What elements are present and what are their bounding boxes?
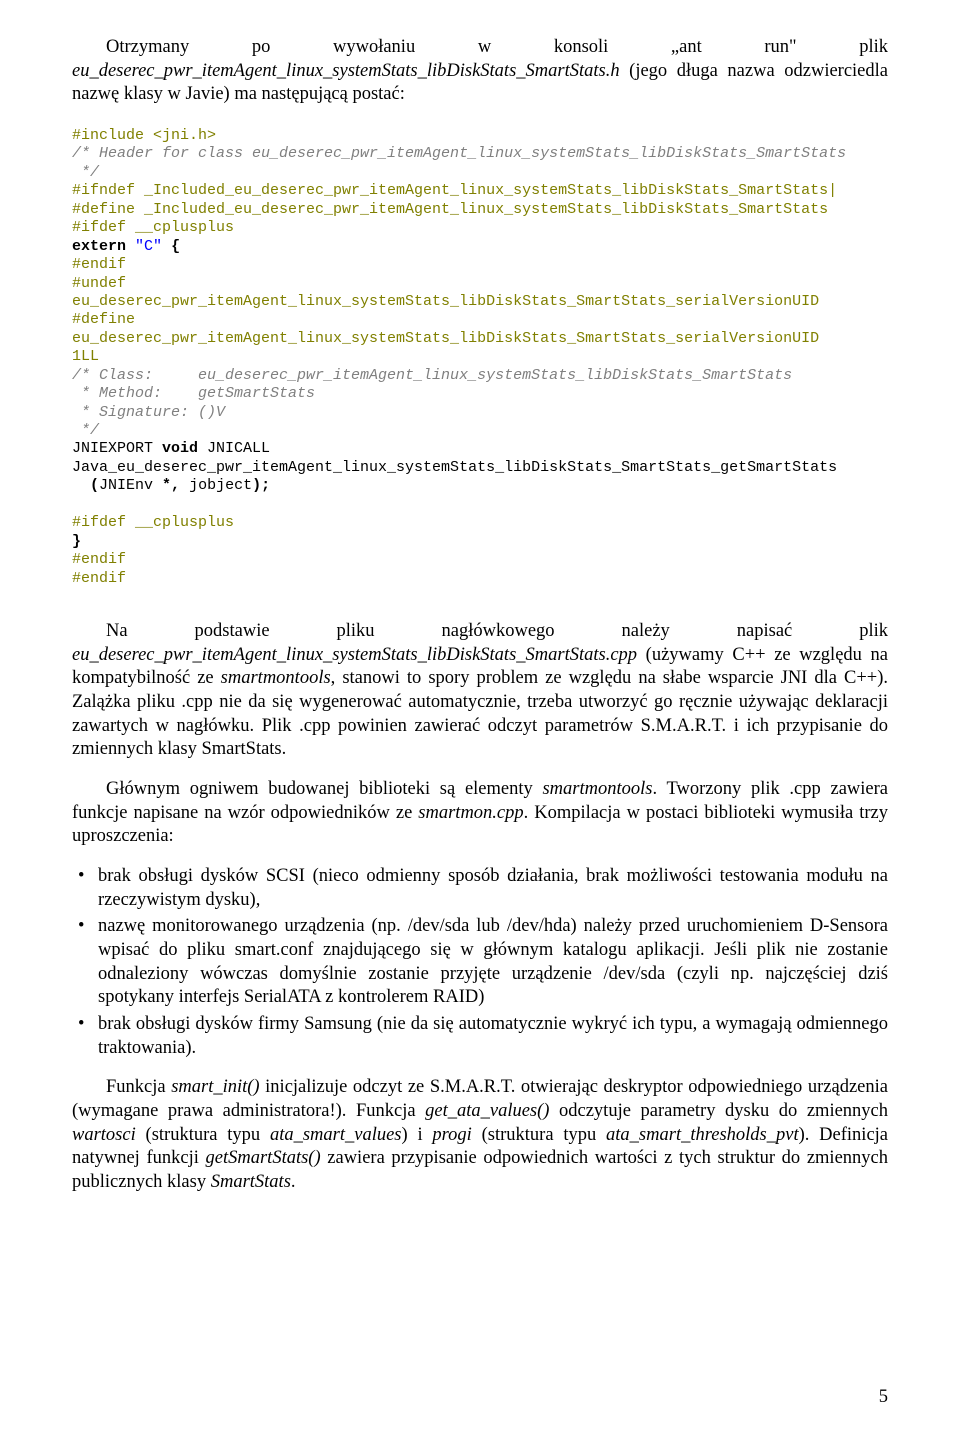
after-code-text: Na podstawie pliku nagłówkowego należy n… — [72, 621, 888, 759]
list-item: brak obsługi dysków firmy Samsung (nie d… — [98, 1013, 888, 1060]
list-item: nazwę monitorowanego urządzenia (np. /de… — [98, 915, 888, 1010]
intro-text: Otrzymany po wywołaniu w konsoli „ant ru… — [72, 37, 888, 104]
document-page: Otrzymany po wywołaniu w konsoli „ant ru… — [0, 0, 960, 1432]
code-block: #include <jni.h> /* Header for class eu_… — [72, 127, 888, 588]
smart-init-paragraph: Funkcja smart_init() inicjalizuje odczyt… — [72, 1076, 888, 1194]
page-number: 5 — [879, 1387, 888, 1408]
list-item: brak obsługi dysków SCSI (nieco odmienny… — [98, 865, 888, 912]
after-code-paragraph: Na podstawie pliku nagłówkowego należy n… — [72, 620, 888, 762]
library-text: Głównym ogniwem budowanej biblioteki są … — [72, 779, 888, 846]
smart-init-text: Funkcja smart_init() inicjalizuje odczyt… — [72, 1077, 888, 1192]
bullet-list: brak obsługi dysków SCSI (nieco odmienny… — [72, 865, 888, 1060]
intro-paragraph: Otrzymany po wywołaniu w konsoli „ant ru… — [72, 36, 888, 107]
library-paragraph: Głównym ogniwem budowanej biblioteki są … — [72, 778, 888, 849]
